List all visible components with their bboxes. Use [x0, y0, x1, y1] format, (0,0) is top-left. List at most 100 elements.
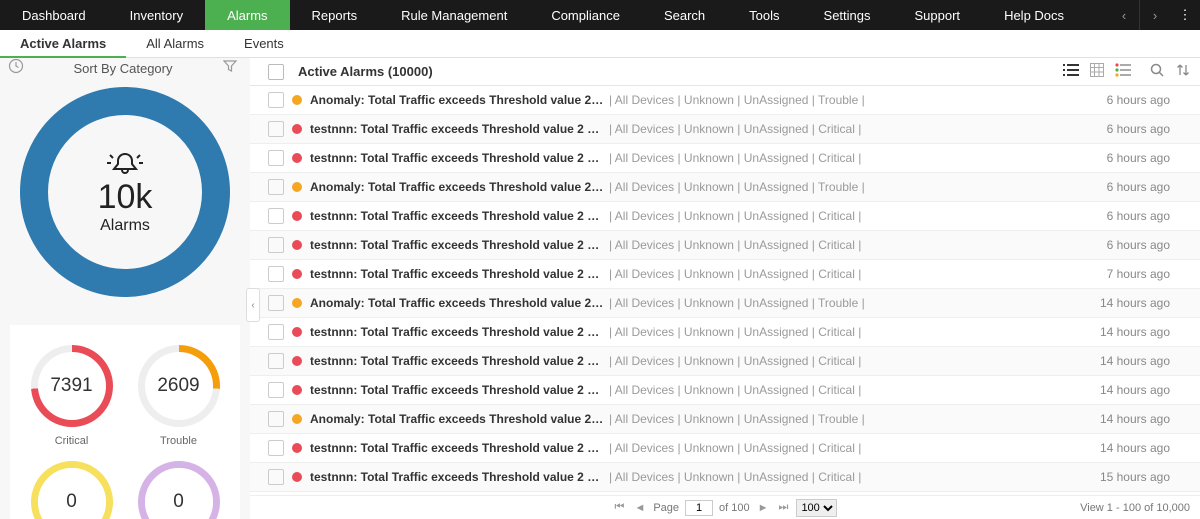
alarm-time: 14 hours ago [1100, 383, 1170, 397]
view-color-list-icon[interactable] [1112, 63, 1134, 80]
severity-dot-icon [292, 153, 302, 163]
alarm-row[interactable]: testnnn: Total Traffic exceeds Threshold… [250, 115, 1200, 144]
alarm-row[interactable]: testnnn: Total Traffic exceeds Threshold… [250, 202, 1200, 231]
row-checkbox[interactable] [268, 353, 284, 369]
row-checkbox[interactable] [268, 295, 284, 311]
alarm-time: 6 hours ago [1107, 93, 1170, 107]
main-panel: Active Alarms (10000) Anomaly: Total Tra… [250, 58, 1200, 519]
alarm-message: testnnn: Total Traffic exceeds Threshold… [310, 151, 605, 165]
overflow-menu-icon[interactable]: ⋮ [1170, 0, 1200, 30]
tab-active-alarms[interactable]: Active Alarms [0, 30, 126, 57]
nav-alarms[interactable]: Alarms [205, 0, 289, 30]
sort-icon[interactable] [1172, 63, 1194, 80]
nav-help-docs[interactable]: Help Docs [982, 0, 1086, 30]
pager-first[interactable]: ⏮ [613, 501, 627, 514]
alarm-row[interactable]: Anomaly: Total Traffic exceeds Threshold… [250, 289, 1200, 318]
alarm-message: Anomaly: Total Traffic exceeds Threshold… [310, 180, 605, 194]
nav-rule-management[interactable]: Rule Management [379, 0, 529, 30]
alarm-time: 15 hours ago [1100, 470, 1170, 484]
row-checkbox[interactable] [268, 150, 284, 166]
pager-summary: View 1 - 100 of 10,000 [1080, 502, 1190, 514]
pager-page-size[interactable]: 100 [796, 499, 837, 517]
alarm-row[interactable]: testnnn: Total Traffic exceeds Threshold… [250, 318, 1200, 347]
spacer [1086, 0, 1109, 30]
severity-dot-icon [292, 327, 302, 337]
row-checkbox[interactable] [268, 382, 284, 398]
row-checkbox[interactable] [268, 92, 284, 108]
alarm-row[interactable]: testnnn: Total Traffic exceeds Threshold… [250, 434, 1200, 463]
filter-icon[interactable] [218, 59, 242, 78]
nav-search[interactable]: Search [642, 0, 727, 30]
row-checkbox[interactable] [268, 237, 284, 253]
list-title: Active Alarms (10000) [298, 64, 433, 79]
row-checkbox[interactable] [268, 121, 284, 137]
alarms-list[interactable]: Anomaly: Total Traffic exceeds Threshold… [250, 86, 1200, 495]
alarm-row[interactable]: testnnn: Total Traffic exceeds Threshold… [250, 231, 1200, 260]
severity-label: Critical [31, 435, 113, 447]
pager-page-label: Page [653, 502, 679, 514]
clock-icon[interactable] [4, 58, 28, 79]
nav-reports[interactable]: Reports [290, 0, 380, 30]
alarm-row[interactable]: testnnn: Total Traffic exceeds Threshold… [250, 463, 1200, 492]
severity-value: 7391 [50, 375, 92, 397]
alarm-row[interactable]: testnnn: Total Traffic exceeds Threshold… [250, 260, 1200, 289]
row-checkbox[interactable] [268, 208, 284, 224]
row-checkbox[interactable] [268, 179, 284, 195]
sort-by-label[interactable]: Sort By Category [28, 61, 218, 76]
nav-inventory[interactable]: Inventory [108, 0, 205, 30]
severity-card-extra-0[interactable]: 0 [31, 461, 113, 519]
severity-card-trouble[interactable]: 2609Trouble [138, 345, 220, 447]
severity-dot-icon [292, 385, 302, 395]
alarm-row[interactable]: Anomaly: Total Traffic exceeds Threshold… [250, 405, 1200, 434]
severity-cards-row2: 00 [10, 451, 240, 519]
nav-support[interactable]: Support [893, 0, 983, 30]
pager: ⏮ ◄ Page of 100 ► ⏭ 100 View 1 - 100 of … [250, 495, 1200, 519]
row-checkbox[interactable] [268, 324, 284, 340]
view-list-icon[interactable] [1060, 63, 1082, 80]
pager-prev[interactable]: ◄ [632, 502, 647, 514]
severity-dot-icon [292, 414, 302, 424]
nav-arrow-right[interactable]: › [1140, 0, 1170, 30]
severity-dot-icon [292, 269, 302, 279]
alarm-row[interactable]: testnnn: Total Traffic exceeds Threshold… [250, 376, 1200, 405]
severity-dot-icon [292, 95, 302, 105]
alarm-meta: | All Devices | Unknown | UnAssigned | T… [609, 180, 865, 194]
nav-compliance[interactable]: Compliance [529, 0, 642, 30]
pager-page-input[interactable] [685, 500, 713, 516]
view-grid-icon[interactable] [1086, 63, 1108, 80]
alarm-row[interactable]: testnnn: Total Traffic exceeds Threshold… [250, 144, 1200, 173]
alarm-meta: | All Devices | Unknown | UnAssigned | C… [609, 238, 861, 252]
alarm-row[interactable]: testnnn: Total Traffic exceeds Threshold… [250, 347, 1200, 376]
sub-nav: Active AlarmsAll AlarmsEvents [0, 30, 1200, 58]
alarm-meta: | All Devices | Unknown | UnAssigned | C… [609, 122, 861, 136]
tab-events[interactable]: Events [224, 30, 304, 57]
severity-dot-icon [292, 472, 302, 482]
row-checkbox[interactable] [268, 469, 284, 485]
select-all-checkbox[interactable] [268, 64, 284, 80]
severity-card-critical[interactable]: 7391 Critical [31, 345, 113, 447]
top-nav: DashboardInventoryAlarmsReportsRule Mana… [0, 0, 1200, 30]
tab-all-alarms[interactable]: All Alarms [126, 30, 224, 57]
row-checkbox[interactable] [268, 440, 284, 456]
sidebar-collapse-handle[interactable]: ‹ [246, 288, 260, 322]
search-icon[interactable] [1146, 63, 1168, 80]
pager-next[interactable]: ► [756, 502, 771, 514]
total-alarms-donut[interactable]: 10k Alarms [0, 87, 250, 297]
severity-card-extra-1[interactable]: 0 [138, 461, 220, 519]
alarm-message: testnnn: Total Traffic exceeds Threshold… [310, 267, 605, 281]
nav-tools[interactable]: Tools [727, 0, 801, 30]
row-checkbox[interactable] [268, 266, 284, 282]
severity-value: 0 [66, 491, 77, 513]
nav-arrow-left[interactable]: ‹ [1109, 0, 1139, 30]
alarm-row[interactable]: Anomaly: Total Traffic exceeds Threshold… [250, 173, 1200, 202]
severity-cards: 7391 Critical 2609Trouble [10, 325, 240, 451]
pager-of-label: of 100 [719, 502, 750, 514]
nav-dashboard[interactable]: Dashboard [0, 0, 108, 30]
row-checkbox[interactable] [268, 411, 284, 427]
alarm-time: 6 hours ago [1107, 122, 1170, 136]
severity-dot-icon [292, 211, 302, 221]
nav-settings[interactable]: Settings [802, 0, 893, 30]
pager-last[interactable]: ⏭ [777, 501, 791, 514]
alarm-row[interactable]: Anomaly: Total Traffic exceeds Threshold… [250, 86, 1200, 115]
severity-dot-icon [292, 298, 302, 308]
